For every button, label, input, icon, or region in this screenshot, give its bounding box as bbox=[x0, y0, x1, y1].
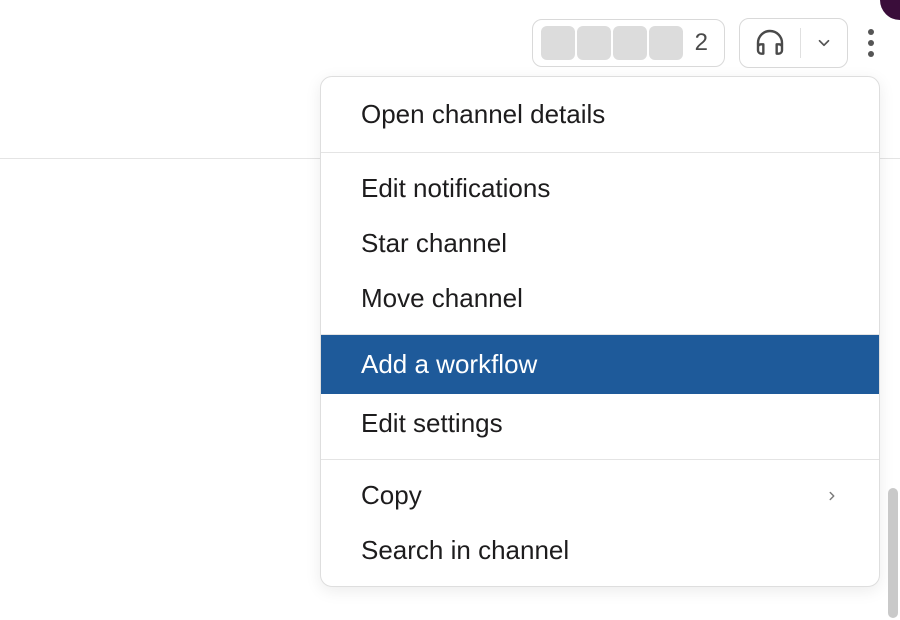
member-count-value: 2 bbox=[691, 29, 712, 57]
chevron-down-icon bbox=[815, 34, 833, 52]
menu-item-label: Edit settings bbox=[361, 408, 503, 439]
member-count-button[interactable]: 2 bbox=[532, 19, 725, 67]
channel-actions-menu: Open channel details Edit notifications … bbox=[320, 76, 880, 587]
avatar bbox=[577, 26, 611, 60]
member-avatars bbox=[541, 26, 683, 60]
menu-item-label: Open channel details bbox=[361, 99, 605, 130]
menu-item-label: Search in channel bbox=[361, 535, 569, 566]
menu-search-in-channel[interactable]: Search in channel bbox=[321, 523, 879, 586]
menu-item-label: Move channel bbox=[361, 283, 523, 314]
avatar bbox=[613, 26, 647, 60]
menu-copy[interactable]: Copy bbox=[321, 460, 879, 523]
menu-move-channel[interactable]: Move channel bbox=[321, 271, 879, 334]
menu-star-channel[interactable]: Star channel bbox=[321, 216, 879, 271]
kebab-dot bbox=[868, 51, 874, 57]
huddle-control bbox=[739, 18, 848, 68]
kebab-dot bbox=[868, 29, 874, 35]
menu-edit-notifications[interactable]: Edit notifications bbox=[321, 153, 879, 216]
menu-item-label: Star channel bbox=[361, 228, 507, 259]
vertical-scrollbar[interactable] bbox=[888, 488, 898, 618]
huddle-dropdown-button[interactable] bbox=[801, 26, 847, 60]
corner-accent bbox=[880, 0, 900, 20]
menu-add-workflow[interactable]: Add a workflow bbox=[321, 335, 879, 394]
channel-header-actions: 2 bbox=[532, 18, 880, 68]
headphones-icon bbox=[754, 27, 786, 59]
menu-item-label: Add a workflow bbox=[361, 349, 537, 380]
menu-open-channel-details[interactable]: Open channel details bbox=[321, 77, 879, 152]
kebab-dot bbox=[868, 40, 874, 46]
avatar bbox=[649, 26, 683, 60]
chevron-right-icon bbox=[825, 486, 839, 506]
menu-edit-settings[interactable]: Edit settings bbox=[321, 394, 879, 459]
menu-item-label: Edit notifications bbox=[361, 173, 550, 204]
more-actions-button[interactable] bbox=[862, 23, 880, 63]
huddle-button[interactable] bbox=[740, 19, 800, 67]
avatar bbox=[541, 26, 575, 60]
menu-item-label: Copy bbox=[361, 480, 422, 511]
